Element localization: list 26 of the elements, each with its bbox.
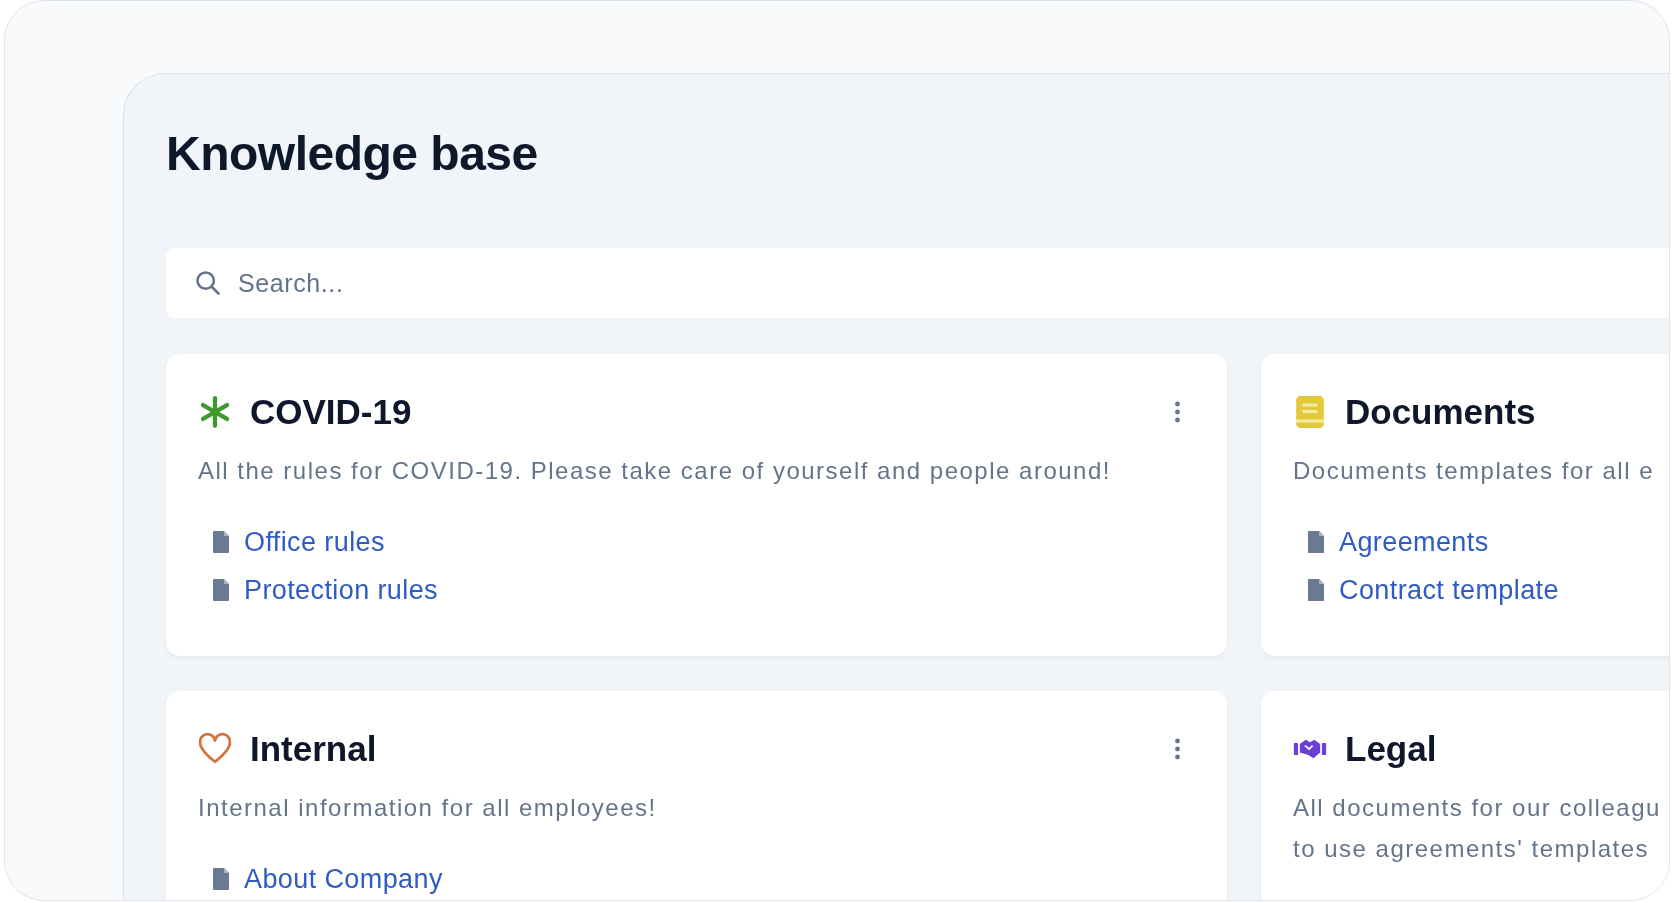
more-options-icon[interactable]: [1174, 401, 1181, 423]
document-icon: [212, 578, 230, 602]
search-field[interactable]: Search...: [166, 248, 1669, 318]
document-icon: [212, 530, 230, 554]
document-icon: [1307, 530, 1325, 554]
document-icon: [1307, 578, 1325, 602]
article-link[interactable]: About Company: [244, 862, 443, 896]
document-icon: [212, 867, 230, 891]
page-title: Knowledge base: [166, 126, 539, 182]
heart-icon: [198, 732, 232, 766]
card-description: All the rules for COVID-19. Please take care of yourself and people around!: [198, 456, 1112, 486]
card-title: Documents: [1345, 392, 1537, 432]
book-icon: [1293, 395, 1327, 429]
article-link[interactable]: Agreements: [1339, 525, 1489, 559]
card-title: COVID-19: [250, 392, 413, 432]
card-description: Documents templates for all e: [1293, 456, 1655, 486]
asterisk-icon: [198, 395, 232, 429]
article-link[interactable]: Contract template: [1339, 573, 1559, 607]
card-title: Legal: [1345, 729, 1438, 769]
article-link[interactable]: Office rules: [244, 525, 385, 559]
more-options-icon[interactable]: [1174, 738, 1181, 760]
card-description: All documents for our colleagu: [1293, 793, 1661, 823]
card-description: to use agreements' templates: [1293, 834, 1651, 864]
article-link[interactable]: Protection rules: [244, 573, 438, 607]
card-title: Internal: [250, 729, 378, 769]
card-description: Internal information for all employees!: [198, 793, 658, 823]
